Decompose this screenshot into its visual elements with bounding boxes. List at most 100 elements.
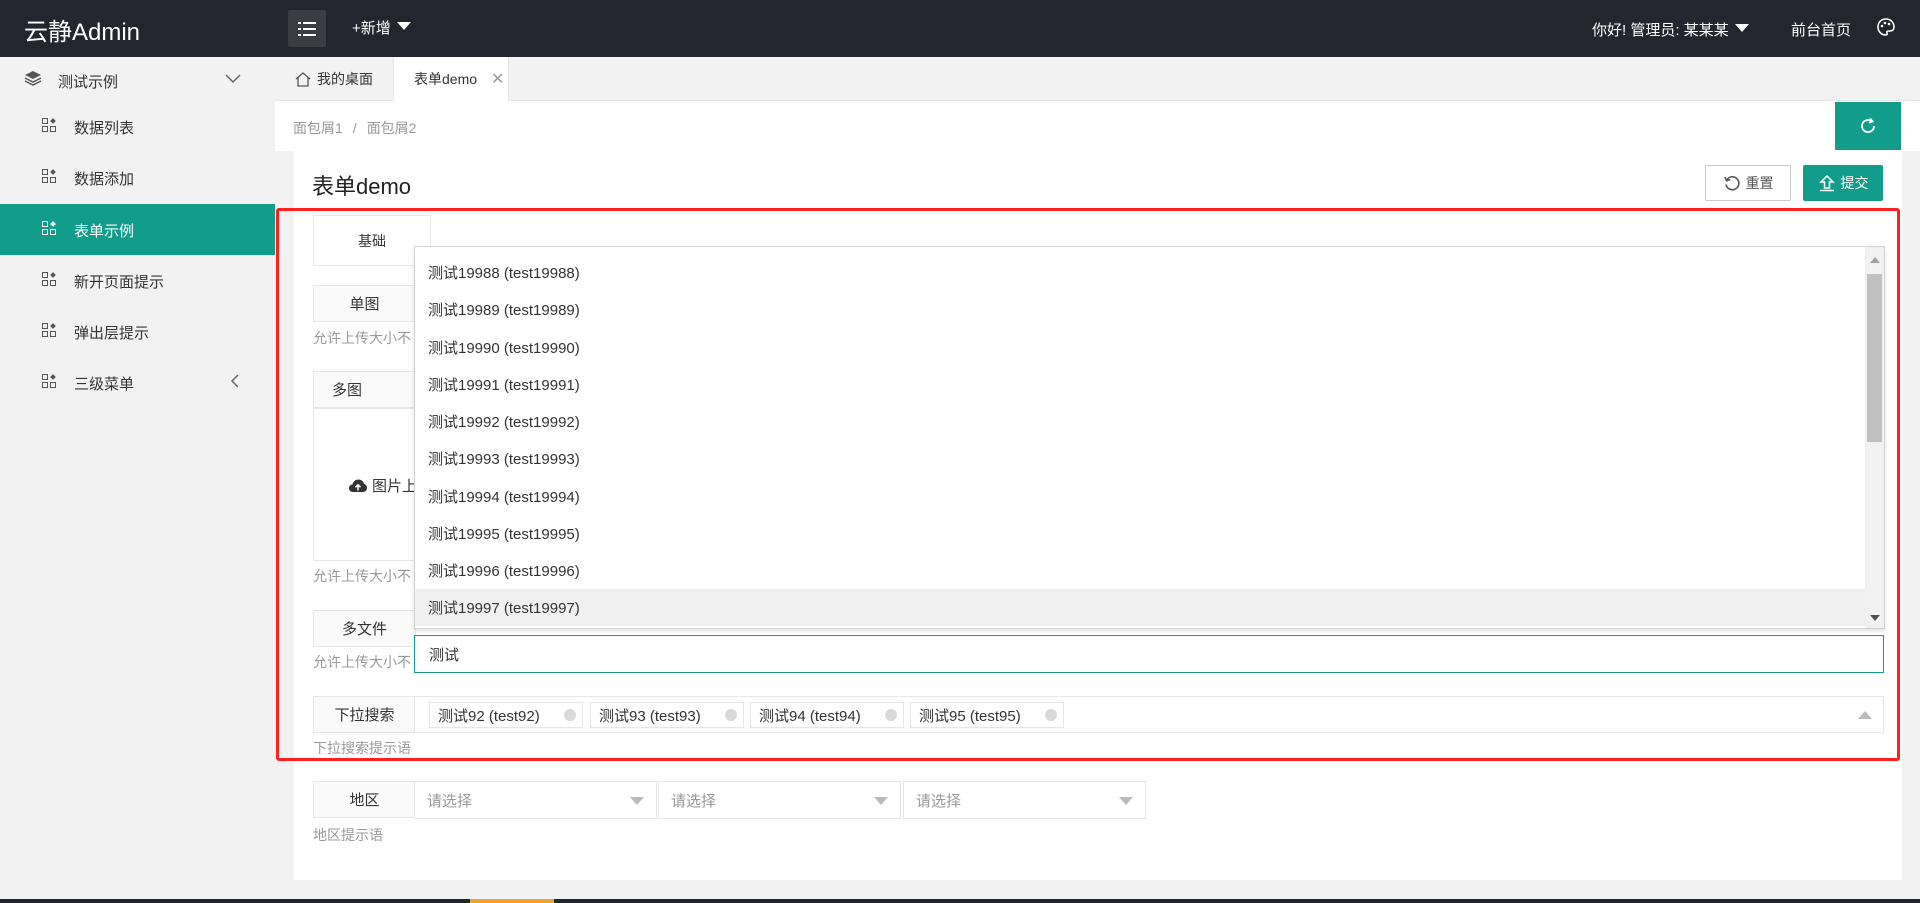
new-add-menu[interactable]: +新增 xyxy=(352,17,411,38)
province-select[interactable]: 请选择 xyxy=(414,781,657,819)
multi-image-hint: 允许上传大小不 xyxy=(313,568,411,584)
city-select[interactable]: 请选择 xyxy=(658,781,901,819)
chip-label: 测试92 (test92) xyxy=(438,707,540,725)
multi-image-label: 多图 xyxy=(313,371,416,408)
chevron-up-icon[interactable] xyxy=(1858,711,1872,719)
apps-icon xyxy=(42,272,56,290)
sidebar: 测试示例 数据列表 数据添加 表单示例 新开页面提示 弹出层提示 三级菜单 xyxy=(0,57,275,903)
tab-label: 我的桌面 xyxy=(317,71,373,87)
new-add-label: +新增 xyxy=(352,20,391,37)
dropdown-scrollbar[interactable] xyxy=(1865,247,1884,628)
dropdown-search-hint: 下拉搜索提示语 xyxy=(313,740,411,756)
taskbar-indicator xyxy=(470,899,554,903)
sidebar-item-popup-tip[interactable]: 弹出层提示 xyxy=(0,306,275,357)
breadcrumb: 面包屑1 / 面包屑2 xyxy=(293,118,416,138)
dropdown-option[interactable]: 测试19990 (test19990) xyxy=(415,329,1865,366)
select-placeholder: 请选择 xyxy=(671,792,717,810)
multi-file-label: 多文件 xyxy=(313,610,416,647)
image-upload-area[interactable]: 图片上 xyxy=(313,408,418,561)
chevron-down-icon xyxy=(630,797,644,805)
single-image-label: 单图 xyxy=(313,285,416,322)
chip-label: 测试93 (test93) xyxy=(599,707,701,725)
remove-chip-icon[interactable] xyxy=(1045,709,1057,721)
dropdown-option[interactable]: 测试19996 (test19996) xyxy=(415,552,1865,589)
chevron-down-icon xyxy=(874,797,888,805)
user-menu[interactable]: 你好! 管理员: 某某某 xyxy=(1592,19,1749,40)
dropdown-options-list: 测试19988 (test19988) 测试19989 (test19989) … xyxy=(415,247,1865,628)
dropdown-options-panel: 测试19988 (test19988) 测试19989 (test19989) … xyxy=(414,246,1885,629)
dropdown-option[interactable]: 测试19997 (test19997) xyxy=(415,589,1865,626)
sidebar-item-form-example[interactable]: 表单示例 xyxy=(0,204,275,255)
upload-icon xyxy=(1818,174,1836,192)
sidebar-item-label: 新开页面提示 xyxy=(74,274,165,291)
apps-icon xyxy=(42,374,56,392)
submit-button[interactable]: 提交 xyxy=(1803,165,1883,201)
tab-form-demo[interactable]: 表单demo ✕ xyxy=(393,57,509,101)
breadcrumb-item[interactable]: 面包屑2 xyxy=(367,120,417,136)
district-select[interactable]: 请选择 xyxy=(903,781,1146,819)
dropdown-option[interactable]: 测试19993 (test19993) xyxy=(415,440,1865,477)
scroll-up-icon[interactable] xyxy=(1870,257,1880,263)
region-label: 地区 xyxy=(313,781,416,818)
reset-icon xyxy=(1723,174,1741,192)
app-logo[interactable]: 云静Admin xyxy=(24,12,140,47)
select-placeholder: 请选择 xyxy=(916,792,962,810)
top-header: 云静Admin +新增 你好! 管理员: 某某某 前台首页 xyxy=(0,0,1920,57)
region-hint: 地区提示语 xyxy=(313,827,383,843)
close-icon[interactable]: ✕ xyxy=(491,69,504,89)
sidebar-item-three-level-menu[interactable]: 三级菜单 xyxy=(0,357,275,408)
remove-chip-icon[interactable] xyxy=(725,709,737,721)
palette-icon[interactable] xyxy=(1876,17,1896,41)
sidebar-item-new-page-tip[interactable]: 新开页面提示 xyxy=(0,255,275,306)
page-title: 表单demo xyxy=(312,174,412,199)
apps-icon xyxy=(42,169,56,187)
menu-toggle-button[interactable] xyxy=(288,10,326,47)
dropdown-option[interactable]: 测试19991 (test19991) xyxy=(415,366,1865,403)
sidebar-item-label: 数据添加 xyxy=(74,171,135,188)
chip-label: 测试95 (test95) xyxy=(919,707,1021,725)
dropdown-search-label: 下拉搜索 xyxy=(313,696,416,733)
selected-chip[interactable]: 测试93 (test93) xyxy=(590,702,744,728)
scroll-down-icon[interactable] xyxy=(1870,615,1880,621)
layers-icon xyxy=(24,70,42,90)
page-tabs: 我的桌面 表单demo ✕ xyxy=(275,57,1920,101)
sidebar-item-label: 三级菜单 xyxy=(74,376,135,393)
dropdown-option[interactable]: 测试19988 (test19988) xyxy=(415,254,1865,291)
sidebar-group-label: 测试示例 xyxy=(58,74,119,91)
breadcrumb-separator: / xyxy=(352,120,357,136)
breadcrumb-item[interactable]: 面包屑1 xyxy=(293,120,343,136)
remove-chip-icon[interactable] xyxy=(564,709,576,721)
apps-icon xyxy=(42,323,56,341)
sidebar-group-test-examples[interactable]: 测试示例 xyxy=(0,57,275,101)
breadcrumb-bar: 面包屑1 / 面包屑2 xyxy=(275,101,1920,151)
sidebar-item-data-add[interactable]: 数据添加 xyxy=(0,152,275,203)
home-icon xyxy=(295,71,311,87)
reset-button[interactable]: 重置 xyxy=(1705,165,1791,201)
chevron-down-icon xyxy=(1734,24,1749,33)
tab-my-desktop[interactable]: 我的桌面 xyxy=(275,57,393,101)
sidebar-item-label: 表单示例 xyxy=(74,223,135,240)
submit-label: 提交 xyxy=(1840,175,1869,191)
dropdown-option[interactable]: 测试19992 (test19992) xyxy=(415,403,1865,440)
sidebar-item-data-list[interactable]: 数据列表 xyxy=(0,101,275,152)
multi-file-hint: 允许上传大小不 xyxy=(313,654,411,670)
dropdown-search-input[interactable] xyxy=(414,635,1884,673)
sidebar-item-label: 弹出层提示 xyxy=(74,325,150,342)
dropdown-option[interactable]: 测试19994 (test19994) xyxy=(415,478,1865,515)
refresh-button[interactable] xyxy=(1835,102,1901,150)
selected-chip[interactable]: 测试95 (test95) xyxy=(910,702,1064,728)
dropdown-option[interactable]: 测试19989 (test19989) xyxy=(415,291,1865,328)
chip-label: 测试94 (test94) xyxy=(759,707,861,725)
apps-icon xyxy=(42,221,56,239)
reset-label: 重置 xyxy=(1745,175,1774,191)
remove-chip-icon[interactable] xyxy=(885,709,897,721)
upload-text: 图片上 xyxy=(372,478,418,495)
front-home-link[interactable]: 前台首页 xyxy=(1791,19,1851,40)
chevron-left-icon xyxy=(230,373,240,393)
chevron-down-icon xyxy=(396,22,411,31)
selected-chip[interactable]: 测试94 (test94) xyxy=(750,702,904,728)
dropdown-option[interactable]: 测试19995 (test19995) xyxy=(415,515,1865,552)
selected-chip[interactable]: 测试92 (test92) xyxy=(429,702,583,728)
scrollbar-thumb[interactable] xyxy=(1867,274,1882,442)
multi-select-input[interactable]: 测试92 (test92) 测试93 (test93) 测试94 (test94… xyxy=(414,696,1884,733)
